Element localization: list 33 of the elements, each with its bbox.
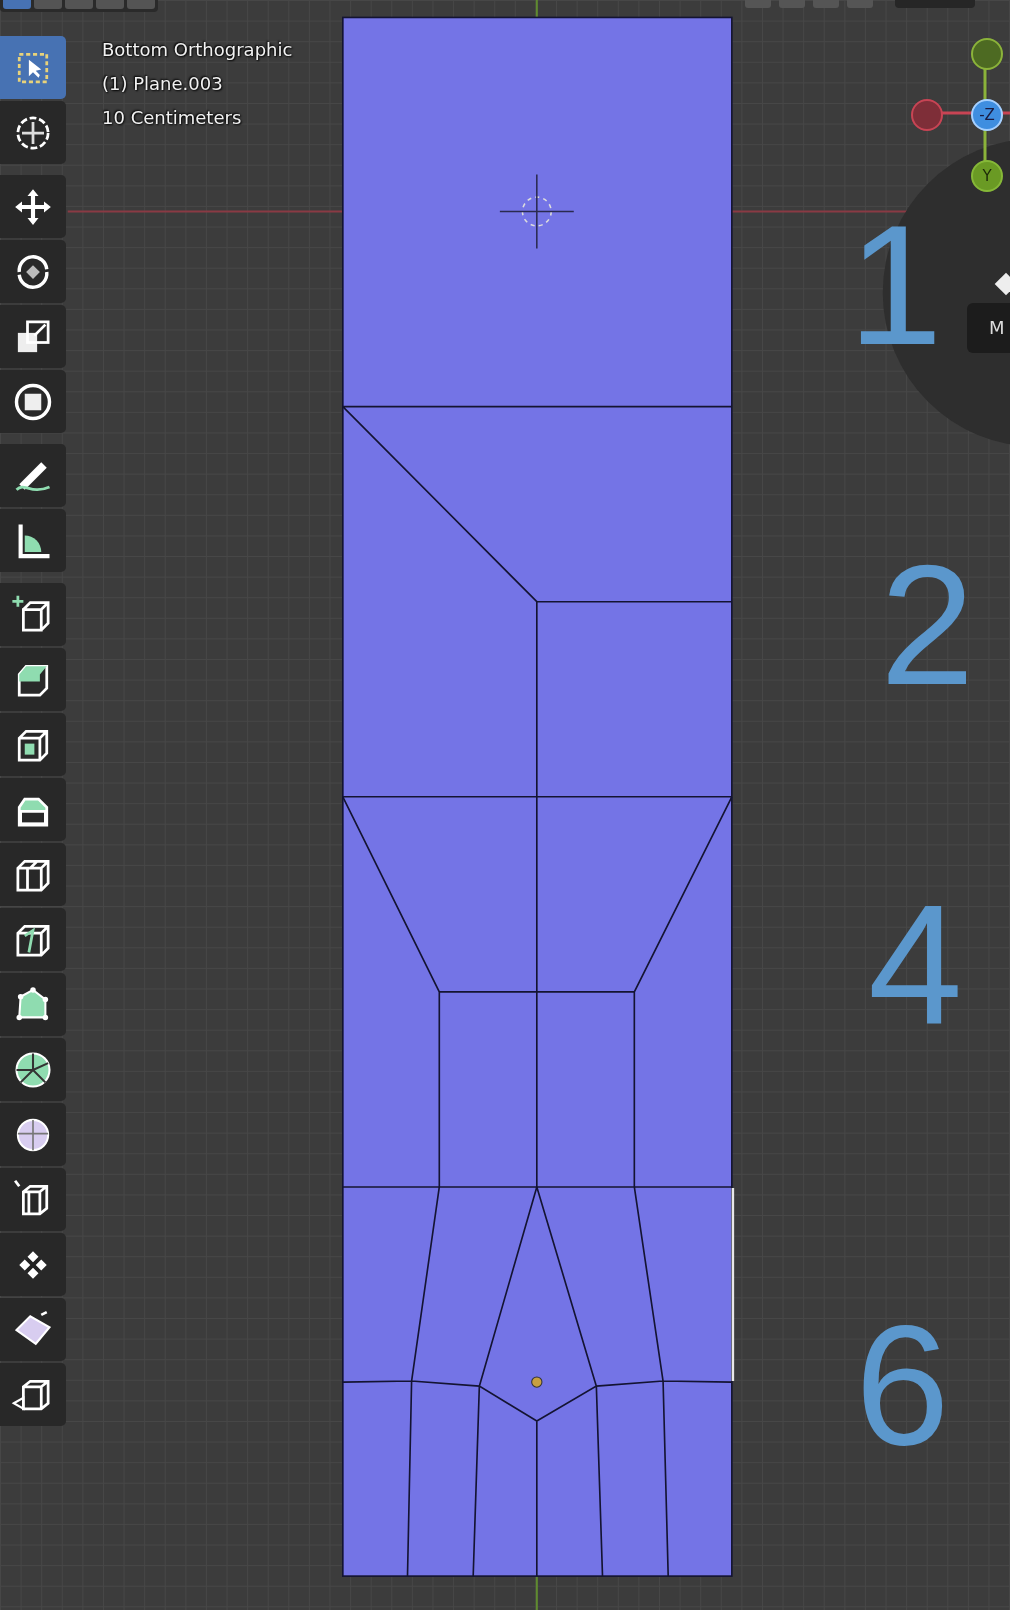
viewport-info-text: (1) Plane.003 — [102, 72, 224, 96]
tool-button[interactable] — [0, 648, 66, 711]
tool-button[interactable] — [0, 101, 66, 164]
3d-cursor-icon — [499, 173, 575, 250]
tool-button[interactable] — [0, 973, 66, 1036]
tool-button[interactable] — [0, 713, 66, 776]
x-axis-handle[interactable] — [911, 99, 943, 131]
tool-button[interactable] — [0, 509, 66, 572]
tool-button[interactable] — [0, 305, 66, 368]
y-axis-handle[interactable] — [971, 38, 1003, 70]
tool-button[interactable] — [0, 583, 66, 646]
handwritten-number: 6 — [855, 1300, 950, 1470]
viewport-info-text: Bottom Orthographic — [102, 38, 293, 62]
tool-button[interactable] — [0, 1168, 66, 1231]
viewport-info-text: 10 Centimeters — [102, 106, 243, 130]
tool-button[interactable] — [0, 1363, 66, 1426]
tool-button[interactable] — [0, 240, 66, 303]
tool-button[interactable] — [0, 843, 66, 906]
tool-button[interactable] — [0, 1298, 66, 1361]
handwritten-number: 1 — [848, 200, 943, 370]
tool-button[interactable] — [0, 370, 66, 433]
handwritten-number: 4 — [868, 880, 963, 1050]
tool-button[interactable] — [0, 1233, 66, 1296]
z-axis-handle[interactable]: -Z — [971, 99, 1003, 131]
tool-button[interactable] — [0, 1103, 66, 1166]
tool-button[interactable] — [0, 175, 66, 238]
origin-dot — [531, 1376, 543, 1388]
tool-button[interactable] — [0, 778, 66, 841]
tool-button[interactable] — [0, 1038, 66, 1101]
tool-button[interactable] — [0, 908, 66, 971]
handwritten-number: 2 — [880, 540, 975, 710]
tool-button[interactable] — [0, 444, 66, 507]
tooltip: M — [967, 303, 1010, 353]
